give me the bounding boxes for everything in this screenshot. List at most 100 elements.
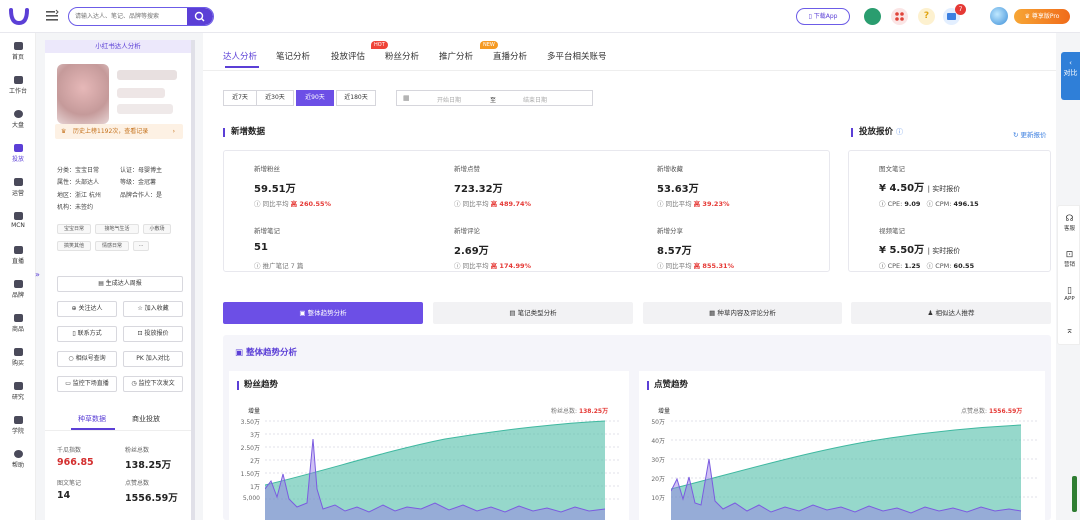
nav-label: 购买 <box>11 360 24 367</box>
search-input[interactable] <box>75 10 190 23</box>
date-range-picker[interactable]: ▦ 开始日期 至 结束日期 <box>396 90 593 106</box>
tab-overall-trend[interactable]: ▣ 整体趋势分析 <box>223 302 423 324</box>
tab-seeding-content[interactable]: ▦ 种草内容及评论分析 <box>643 302 842 324</box>
price-type-label: 视频笔记 <box>879 227 905 235</box>
profile-tag[interactable]: 情感日常 <box>95 241 129 251</box>
help-question-icon[interactable]: ? <box>918 8 935 25</box>
bag-icon <box>13 314 23 322</box>
hot-badge: HOT <box>371 41 388 49</box>
range-90d-button[interactable]: 近90天 <box>296 90 334 106</box>
creator-bio-blurred <box>117 104 173 114</box>
logo-icon[interactable] <box>8 6 30 26</box>
metric-compare-label: 同比平均 <box>462 200 489 208</box>
tab-live-analysis[interactable]: 直播分析 <box>493 50 527 62</box>
range-30d-button[interactable]: 近30天 <box>256 90 294 106</box>
note-icon: ▤ <box>509 309 516 317</box>
tab-similar-creators[interactable]: ♟ 相似达人推荐 <box>851 302 1051 324</box>
phone-icon: ▯ <box>1067 286 1072 296</box>
y-tick-label: 3.50万 <box>240 419 260 426</box>
pro-version-button[interactable]: ♛ 尊享版Pro <box>1014 9 1070 24</box>
cpm-label: CPM: <box>935 262 954 270</box>
trend-section-title: ▣ 整体趋势分析 <box>235 346 297 358</box>
monitor-post-button[interactable]: ◷ 监控下次发文 <box>123 376 183 392</box>
follow-creator-button[interactable]: ⊕ 关注达人 <box>57 301 117 317</box>
metric-compare-label: 推广笔记 7 篇 <box>262 262 304 270</box>
metric-compare: ⓘ 同比平均 高 489.74% <box>454 200 532 208</box>
tab-multi-platform[interactable]: 多平台相关账号 <box>547 50 607 62</box>
tab-commercial[interactable]: 商业投放 <box>132 414 160 424</box>
generate-weekly-report-button[interactable]: ▤ 生成达人周报 <box>57 276 183 292</box>
marketing-button[interactable]: ⊡ 营销 <box>1058 250 1080 268</box>
button-label: 相似号查询 <box>75 355 106 362</box>
tab-note-analysis[interactable]: 笔记分析 <box>276 50 310 62</box>
briefcase-icon[interactable] <box>864 8 881 25</box>
add-favorite-button[interactable]: ☆ 加入收藏 <box>123 301 183 317</box>
nav-item-goods[interactable]: 商品 <box>0 314 36 333</box>
nav-label: 研究 <box>11 394 24 401</box>
nav-item-help[interactable]: 帮助 <box>0 450 36 469</box>
info-icon[interactable]: ⓘ <box>896 128 903 136</box>
scrollbar-thumb[interactable] <box>1072 476 1077 512</box>
tab-fans-analysis[interactable]: 粉丝分析 <box>385 50 419 62</box>
profile-tag-more[interactable]: ··· <box>133 241 149 251</box>
menu-collapse-icon[interactable] <box>45 9 59 23</box>
realtime-tag: | 实时报价 <box>927 247 961 255</box>
monitor-live-button[interactable]: ▭ 监控下场直播 <box>57 376 117 392</box>
compare-float-button[interactable]: ‹ 对比 <box>1061 52 1080 100</box>
profile-panel-title: 小红书达人分析 <box>45 40 191 53</box>
cart-icon <box>13 348 23 356</box>
user-avatar[interactable] <box>990 7 1008 25</box>
tab-seeding-data[interactable]: 种草数据 <box>78 414 106 424</box>
profile-tag[interactable]: 接地气生活 <box>95 224 139 234</box>
nav-item-brand[interactable]: 品牌 <box>0 280 36 299</box>
nav-item-dashboard[interactable]: 大盘 <box>0 110 36 129</box>
fans-trend-chart: 粉丝趋势 增量 粉丝总数: 138.25万 3.50万 3万 2.50万 2万 … <box>229 371 629 520</box>
back-to-top-icon[interactable]: ⌅ <box>1058 326 1080 336</box>
download-app-button[interactable]: ▯ 下载App <box>796 8 850 25</box>
range-180d-button[interactable]: 近180天 <box>336 90 376 106</box>
profile-tag[interactable]: 宝宝日常 <box>57 224 91 234</box>
metric-compare: ⓘ 同比平均 高 39.23% <box>657 200 730 208</box>
cpm-label: CPM: <box>935 200 954 208</box>
tab-ad-evaluation[interactable]: 投放评估 <box>331 50 365 62</box>
ad-quote-button[interactable]: ⊡ 投放报价 <box>123 326 183 342</box>
add-compare-button[interactable]: PK 加入对比 <box>123 351 183 367</box>
nav-label: 工作台 <box>8 88 27 95</box>
marketing-label: 营销 <box>1063 262 1075 268</box>
tab-creator-analysis[interactable]: 达人分析 <box>223 50 257 62</box>
metric-compare-label: 同比平均 <box>462 262 489 270</box>
nav-item-ads[interactable]: 投放 <box>0 144 36 163</box>
tab-note-type[interactable]: ▤ 笔记类型分析 <box>433 302 633 324</box>
y-tick-label: 10万 <box>651 495 665 502</box>
nav-item-workbench[interactable]: 工作台 <box>0 76 36 95</box>
price-image-note: ¥ 4.50万 | 实时报价 <box>879 179 960 194</box>
nav-item-live[interactable]: 直播 <box>0 246 36 265</box>
trend-title-label: 整体趋势分析 <box>246 348 298 358</box>
expand-chevron-icon[interactable]: » <box>35 270 40 279</box>
mcn-icon <box>13 212 23 220</box>
user-icon: ♟ <box>927 309 934 317</box>
contact-info-button[interactable]: ▯ 联系方式 <box>57 326 117 342</box>
y-tick-label: 2万 <box>250 458 260 465</box>
nav-item-mcn[interactable]: MCN <box>0 212 36 229</box>
update-price-link[interactable]: ↻ 更新报价 <box>1013 129 1047 139</box>
range-7d-button[interactable]: 近7天 <box>223 90 257 106</box>
profile-tag[interactable]: 小敷场 <box>143 224 171 234</box>
similar-account-search-button[interactable]: ○ 相似号查询 <box>57 351 117 367</box>
nav-item-ops[interactable]: 运营 <box>0 178 36 197</box>
nav-item-academy[interactable]: 学院 <box>0 416 36 435</box>
app-button[interactable]: ▯ APP <box>1058 286 1080 302</box>
nav-item-buy[interactable]: 购买 <box>0 348 36 367</box>
metric-value-collects: 53.63万 <box>657 184 699 195</box>
headset-icon: ☊ <box>1065 214 1074 224</box>
tab-promotion-analysis[interactable]: 推广分析 <box>439 50 473 62</box>
brand-icon <box>13 280 23 288</box>
apps-grid-icon[interactable] <box>891 8 908 25</box>
search-button[interactable] <box>187 8 213 25</box>
phone-icon: ▯ <box>72 330 76 337</box>
history-ranking-link[interactable]: ♛ 历史上榜1192次，查看记录 › <box>55 124 183 139</box>
customer-service-button[interactable]: ☊ 客服 <box>1058 214 1080 232</box>
nav-item-research[interactable]: 研究 <box>0 382 36 401</box>
profile-tag[interactable]: 搞笑其他 <box>57 241 91 251</box>
nav-item-home[interactable]: 首页 <box>0 42 36 61</box>
